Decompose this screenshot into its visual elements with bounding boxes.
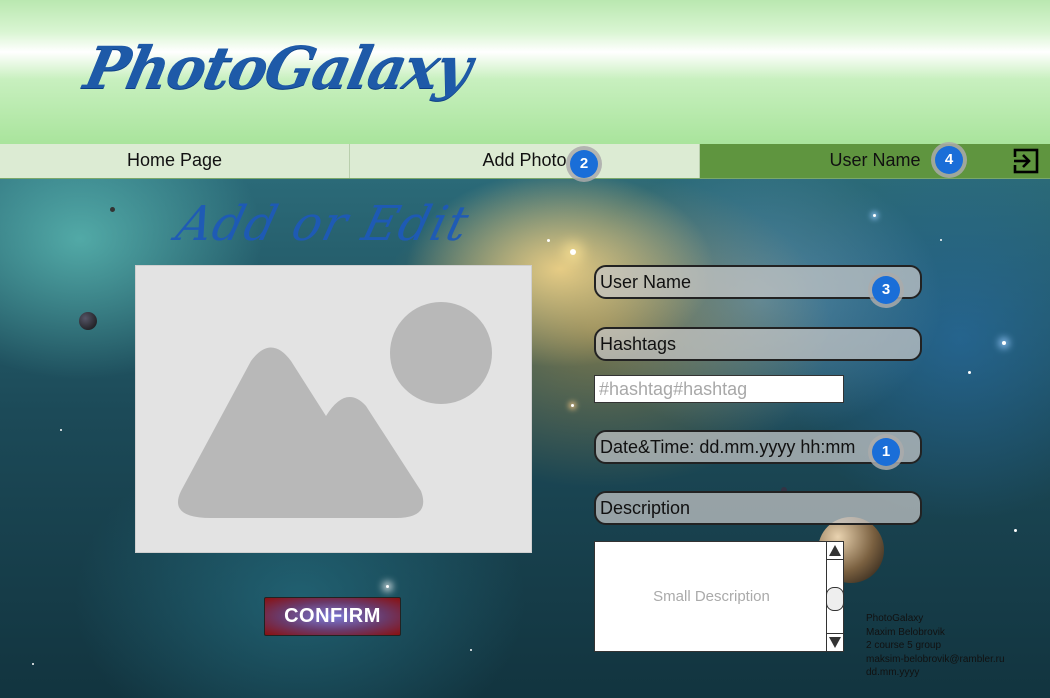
star: [940, 239, 942, 241]
nav-user-label: User Name: [829, 150, 921, 170]
star: [571, 404, 574, 407]
confirm-button[interactable]: CONFIRM: [264, 597, 401, 636]
footer-date: dd.mm.yyyy: [866, 667, 920, 678]
user-name-label: User Name: [600, 272, 692, 292]
page-title: Add or Edit: [171, 196, 475, 252]
nav-add-photo[interactable]: Add Photo: [350, 144, 700, 178]
annotation-badge-3: 3: [872, 276, 900, 304]
description-placeholder: Small Description: [653, 588, 770, 605]
star: [547, 239, 550, 242]
annotation-badge-1: 1: [872, 438, 900, 466]
planet: [110, 207, 115, 212]
description-textarea[interactable]: Small Description: [594, 541, 844, 652]
scrollbar[interactable]: [826, 542, 844, 651]
star: [32, 663, 34, 665]
star: [1002, 341, 1006, 345]
nav-home-label: Home Page: [126, 150, 223, 170]
hashtags-field[interactable]: Hashtags: [594, 327, 922, 361]
footer-info: PhotoGalaxy Maxim Belobrovik 2 course 5 …: [866, 612, 1005, 680]
star: [570, 249, 576, 255]
image-placeholder-icon: [177, 302, 492, 518]
star: [873, 214, 876, 217]
description-field[interactable]: Description: [594, 491, 922, 525]
photo-upload-area[interactable]: [135, 265, 532, 553]
top-nav: Home Page Add Photo User Name: [0, 144, 1050, 179]
hashtag-placeholder: #hashtag#hashtag: [599, 379, 748, 399]
description-label: Description: [600, 498, 691, 518]
planet: [79, 312, 97, 330]
arrow-up-icon[interactable]: [827, 542, 843, 560]
star: [470, 649, 472, 651]
nav-user[interactable]: User Name: [700, 144, 1050, 178]
footer-group: 2 course 5 group: [866, 640, 942, 651]
star: [386, 585, 389, 588]
hashtag-input[interactable]: #hashtag#hashtag: [594, 375, 844, 403]
footer-app-name: PhotoGalaxy: [866, 613, 924, 624]
hashtags-label: Hashtags: [600, 334, 677, 354]
star: [60, 429, 62, 431]
nav-home[interactable]: Home Page: [0, 144, 350, 178]
footer-author: Maxim Belobrovik: [866, 626, 945, 638]
footer-email: maksim-belobrovik@rambler.ru: [866, 653, 1005, 665]
datetime-label: Date&Time: dd.mm.yyyy hh:mm: [600, 437, 856, 457]
annotation-badge-2: 2: [570, 150, 598, 178]
star: [968, 371, 971, 374]
app-logo[interactable]: PhotoGalaxy: [79, 34, 476, 102]
arrow-down-icon[interactable]: [827, 633, 843, 651]
header: PhotoGalaxy: [0, 0, 1050, 145]
scroll-thumb[interactable]: [826, 587, 844, 611]
logout-icon[interactable]: [1012, 147, 1040, 175]
annotation-badge-4: 4: [935, 146, 963, 174]
nav-add-photo-label: Add Photo: [482, 150, 567, 170]
star: [1014, 529, 1017, 532]
